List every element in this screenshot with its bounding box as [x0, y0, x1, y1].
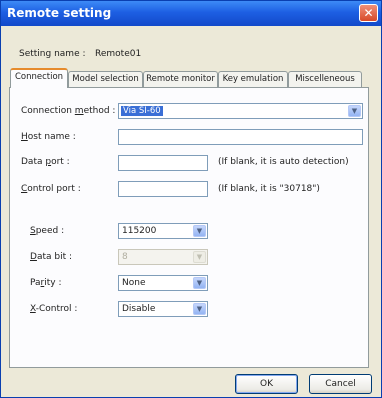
tab-model-selection[interactable]: Model selection: [68, 71, 143, 87]
chevron-down-icon[interactable]: ▼: [348, 105, 361, 117]
control-port-label: Control port :: [21, 184, 81, 194]
setting-name-value: Remote01: [95, 49, 142, 59]
speed-select[interactable]: 115200 ▼: [118, 223, 208, 239]
speed-label: Speed :: [30, 226, 65, 236]
data-bit-value: 8: [122, 252, 128, 262]
setting-name-label: Setting name :: [19, 49, 86, 59]
tab-remote-monitor[interactable]: Remote monitor: [143, 71, 218, 87]
chevron-down-icon: ▼: [193, 251, 206, 263]
remote-setting-dialog: Remote setting ✕ Setting name : Remote01…: [0, 0, 382, 398]
connection-method-value: Via SI-60: [121, 106, 163, 116]
tab-miscelleneous[interactable]: Miscelleneous: [288, 71, 362, 87]
cancel-button[interactable]: Cancel: [309, 374, 372, 394]
title-bar[interactable]: Remote setting ✕: [1, 1, 381, 26]
speed-value: 115200: [122, 226, 157, 236]
data-port-input[interactable]: [118, 155, 208, 171]
x-control-label: X-Control :: [30, 304, 78, 314]
window-title: Remote setting: [7, 6, 112, 20]
tab-key-emulation[interactable]: Key emulation: [218, 71, 288, 87]
host-name-input[interactable]: [118, 129, 363, 145]
x-control-select[interactable]: Disable ▼: [118, 301, 208, 317]
control-port-hint: (If blank, it is "30718"): [218, 184, 320, 194]
data-bit-select: 8 ▼: [118, 249, 208, 265]
close-icon[interactable]: ✕: [359, 4, 378, 22]
connection-panel: Connection method : Via SI-60 ▼ Host nam…: [9, 87, 369, 368]
host-name-label: Host name :: [21, 132, 76, 142]
connection-method-label: Connection method :: [21, 106, 116, 116]
data-port-hint: (If blank, it is auto detection): [218, 157, 349, 167]
data-bit-label: Data bit :: [30, 252, 72, 262]
parity-value: None: [122, 278, 146, 288]
tab-connection[interactable]: Connection: [10, 68, 68, 88]
ok-button[interactable]: OK: [235, 374, 298, 394]
chevron-down-icon[interactable]: ▼: [193, 225, 206, 237]
connection-method-select[interactable]: Via SI-60 ▼: [118, 103, 363, 119]
chevron-down-icon[interactable]: ▼: [193, 303, 206, 315]
chevron-down-icon[interactable]: ▼: [193, 277, 206, 289]
data-port-label: Data port :: [21, 157, 70, 167]
x-control-value: Disable: [122, 304, 156, 314]
parity-select[interactable]: None ▼: [118, 275, 208, 291]
parity-label: Parity :: [30, 278, 62, 288]
control-port-input[interactable]: [118, 181, 208, 197]
